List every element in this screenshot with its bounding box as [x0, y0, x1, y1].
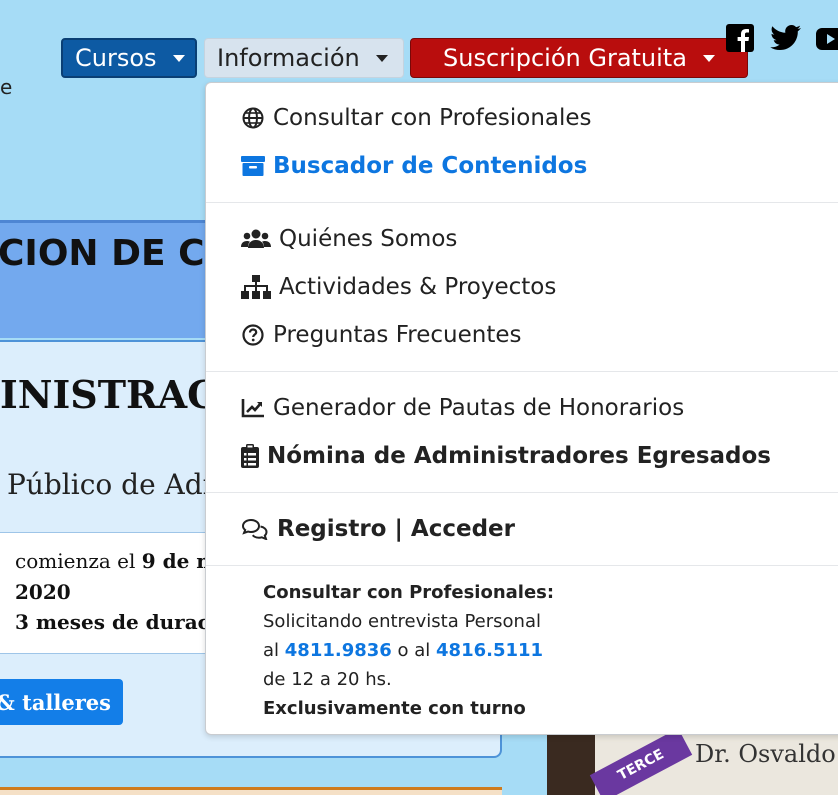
menu-divider — [206, 492, 838, 493]
menu-item-registro[interactable]: Registro | Acceder — [241, 516, 515, 542]
twitter-icon[interactable] — [770, 24, 802, 60]
menu-divider — [206, 371, 838, 372]
info-title: Consultar con Profesionales: — [263, 582, 555, 603]
cropped-text: e — [0, 75, 13, 99]
course-dates-box: comienza el 9 de m 2020 3 meses de durac… — [0, 532, 231, 654]
menu-item-preguntas[interactable]: Preguntas Frecuentes — [241, 322, 522, 348]
menu-item-generador[interactable]: Generador de Pautas de Honorarios — [241, 395, 684, 421]
informacion-dropdown-button[interactable]: Información — [204, 38, 404, 78]
chevron-down-icon — [375, 54, 388, 62]
diploma-photo: TERCE Dr. Osvaldo — [547, 734, 838, 795]
info-al: al — [263, 640, 285, 661]
menu-divider — [206, 202, 838, 203]
menu-item-label: Generador de Pautas de Honorarios — [273, 395, 685, 421]
menu-item-label: Consultar con Profesionales — [273, 105, 592, 131]
menu-divider — [206, 565, 838, 566]
start-year: 2020 — [15, 580, 71, 604]
menu-item-quienes[interactable]: Quiénes Somos — [241, 226, 457, 252]
archive-icon — [241, 154, 265, 178]
course-title: INISTRACI — [0, 372, 236, 417]
course-heading-text: CION DE CO — [0, 233, 210, 274]
photo-text: Dr. Osvaldo — [695, 740, 836, 768]
menu-item-actividades[interactable]: Actividades & Proyectos — [241, 274, 556, 300]
phone-link-2[interactable]: 4816.5111 — [436, 640, 543, 661]
info-line1: Solicitando entrevista Personal — [263, 611, 541, 632]
start-prefix: comienza el — [15, 549, 142, 573]
phone-link-1[interactable]: 4811.9836 — [285, 640, 392, 661]
menu-item-label: Actividades & Proyectos — [279, 274, 557, 300]
comments-icon — [241, 517, 269, 541]
menu-item-label: Preguntas Frecuentes — [273, 322, 522, 348]
sitemap-icon — [241, 275, 271, 299]
youtube-icon[interactable] — [816, 24, 838, 60]
suscripcion-label: Suscripción Gratuita — [443, 44, 687, 72]
cursos-dropdown-button[interactable]: Cursos — [61, 38, 197, 78]
chevron-down-icon — [702, 54, 715, 62]
menu-item-label: Registro | Acceder — [277, 516, 515, 542]
informacion-label: Información — [217, 44, 360, 72]
facebook-icon[interactable] — [726, 24, 754, 60]
chevron-down-icon — [172, 54, 185, 62]
start-date-line: comienza el 9 de m — [15, 549, 217, 573]
users-icon — [241, 227, 271, 251]
suscripcion-dropdown-button[interactable]: Suscripción Gratuita — [410, 38, 748, 78]
question-circle-icon — [241, 323, 265, 347]
course-duration: 3 meses de duració — [15, 610, 231, 634]
info-hours: de 12 a 20 hs. — [263, 669, 392, 690]
clipboard-list-icon — [241, 444, 259, 468]
course-heading-banner: CION DE CO — [0, 220, 210, 338]
menu-item-buscador[interactable]: Buscador de Contenidos — [241, 153, 587, 179]
info-o-al: o al — [391, 640, 437, 661]
info-note: Exclusivamente con turno — [263, 698, 526, 719]
next-card-edge — [0, 787, 502, 795]
menu-item-label: Nómina de Administradores Egresados — [267, 443, 771, 469]
chart-line-icon — [241, 396, 265, 420]
globe-icon — [241, 106, 265, 130]
cursos-label: Cursos — [75, 44, 157, 72]
cursos-talleres-button[interactable]: s & talleres — [0, 679, 123, 725]
menu-item-label: Quiénes Somos — [279, 226, 458, 252]
menu-item-consultar[interactable]: Consultar con Profesionales — [241, 105, 592, 131]
info-phones: al 4811.9836 o al 4816.5111 — [263, 640, 543, 661]
informacion-dropdown-menu: Consultar con Profesionales Buscador de … — [205, 82, 838, 735]
course-subtitle: Público de Adr — [7, 468, 217, 501]
menu-item-label: Buscador de Contenidos — [273, 153, 588, 179]
menu-item-nomina[interactable]: Nómina de Administradores Egresados — [241, 443, 771, 469]
